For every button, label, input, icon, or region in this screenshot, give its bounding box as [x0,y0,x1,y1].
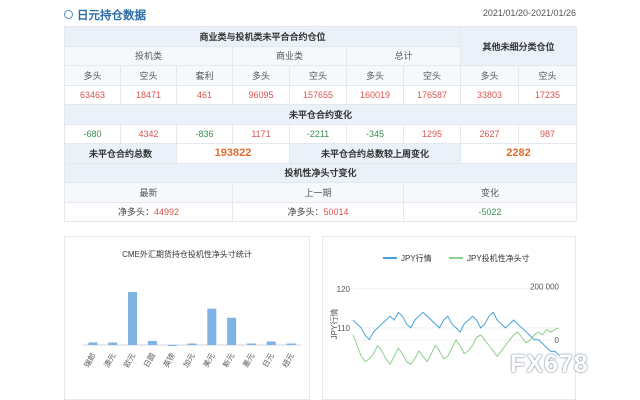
net-latest-cell: 净多头：44992 [64,201,233,222]
positions-table: 商业类与投机类未平合合约仓位 其他未细分类仓位 投机类 商业类 总计 多头 空头… [63,26,578,222]
x-tick-label: 新元 [220,351,236,369]
x-tick-label: 瑞郎 [81,351,97,369]
change-label: 变化 [402,182,578,203]
page-title: 日元持仓数据 [77,10,146,22]
x-tick-label: 日圆 [142,352,157,369]
prev-label: 上一期 [232,182,404,203]
bar-chart: 瑞郎 澳元 欧元 日圆 英镑 加元 美元 新元 墨元 日元 纽元 [81,292,301,369]
bar [108,342,118,345]
x-tick-label: 加元 [181,351,197,369]
table-cell: 1171 [232,123,290,144]
bar [147,340,157,345]
x-tick-label: 欧元 [121,351,137,369]
table-cell: 461 [176,84,233,105]
net-change-value: -5022 [402,201,578,222]
watermark-logo: FX678 [510,350,589,378]
oi-total-value: 193822 [176,143,290,164]
bar [227,317,237,345]
bar [207,308,217,345]
bar-chart-panel: CME外汇期货持仓投机性净头寸统计 瑞郎 澳元 欧元 日圆 英镑 加元 美元 新元 墨元 日元 纽元 [64,236,310,400]
table-cell: 63463 [64,84,121,105]
change-title: 未平仓合约变化 [63,104,578,125]
table-cell: 96095 [232,84,290,105]
right-tick-label: 0 [555,336,560,345]
col-header: 套利 [176,65,233,86]
col-header: 多头 [232,65,290,86]
col-header: 空头 [120,65,177,86]
net-prev-value: 50014 [323,207,349,218]
table-cell: 17235 [518,84,578,105]
oi-total-label: 未平仓合约总数 [64,143,177,164]
table-cell: 987 [518,123,578,144]
table-cell: 2627 [460,123,520,144]
bar [128,292,138,345]
net-prev-cell: 净多头：50014 [232,201,404,222]
col-header: 空头 [402,65,462,86]
latest-label: 最新 [64,182,233,203]
table-cell: -2211 [289,123,347,144]
net-latest-label: 净多头： [117,207,154,218]
date-range: 2021/01/20-2021/01/26 [482,8,576,18]
x-tick-label: 澳元 [101,351,117,369]
net-prev-label: 净多头： [287,207,324,218]
table-cell: 4342 [120,123,177,144]
table-cell: 160019 [346,84,404,105]
col-header: 空头 [518,65,578,86]
table-cell: -345 [346,123,404,144]
table-cell: 157655 [289,84,347,105]
bar [88,342,98,345]
total-title: 总计 [345,45,462,66]
table-cell: 18471 [120,84,177,105]
net-title: 投机性净头寸变化 [63,162,578,183]
oi-change-value: 2282 [460,143,578,164]
group-title: 商业类与投机类未平合合约仓位 [63,26,462,47]
table-cell: 33803 [460,84,520,105]
table-cell: 1295 [402,123,462,144]
left-tick-label: 110 [337,324,350,333]
table-cell: 176587 [402,84,462,105]
x-tick-label: 纽元 [280,351,296,369]
bar [246,343,256,345]
bar [286,343,296,345]
bar [167,345,177,347]
bullet-circle-icon [64,10,73,19]
bar [187,343,197,345]
other-title: 其他未细分类仓位 [460,26,578,66]
oi-change-label: 未平仓合约总数较上周变化 [288,143,462,164]
net-latest-value: 44992 [153,207,180,218]
comm-title: 商业类 [232,45,347,66]
right-tick-label: 200 000 [530,282,559,291]
col-header: 空头 [289,65,347,86]
page-header: 日元持仓数据 2021/01/20-2021/01/26 [64,6,576,24]
x-tick-label: 墨元 [241,351,257,369]
x-tick-label: 英镑 [161,351,177,369]
spec-title: 投机类 [64,45,233,66]
y-axis-label: JPY行情 [329,309,339,340]
bar [266,341,276,345]
col-header: 多头 [460,65,520,86]
series-line [352,311,560,356]
x-tick-label: 日元 [261,351,277,369]
x-tick-label: 美元 [200,351,216,369]
table-cell: -836 [176,123,233,144]
table-cell: -680 [64,123,121,144]
col-header: 多头 [64,65,121,86]
left-tick-label: 120 [337,285,351,294]
col-header: 多头 [346,65,404,86]
